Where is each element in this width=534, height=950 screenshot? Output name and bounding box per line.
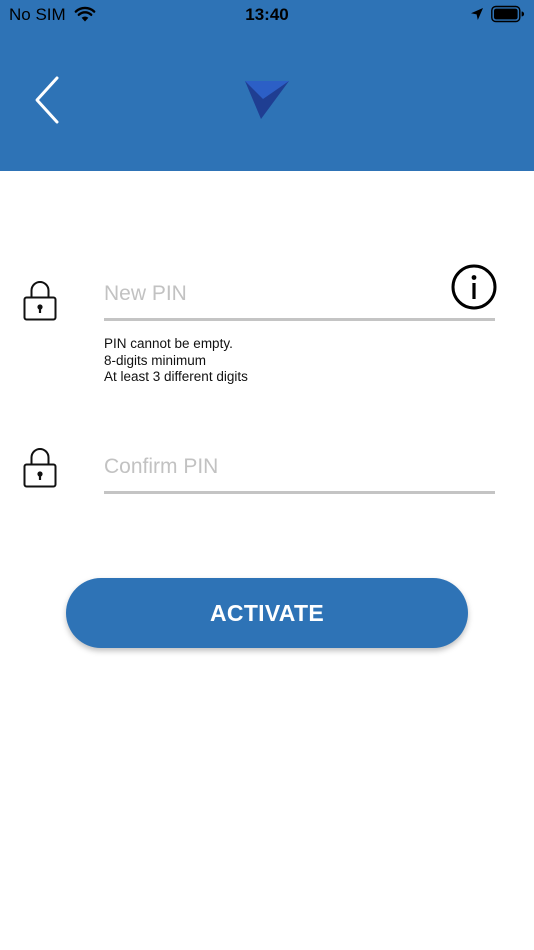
battery-icon <box>491 5 525 23</box>
back-button[interactable] <box>28 74 68 126</box>
info-icon <box>451 264 497 310</box>
new-pin-field[interactable] <box>104 264 497 321</box>
lock-icon <box>23 448 57 488</box>
confirm-pin-field[interactable] <box>104 447 495 494</box>
location-arrow-icon <box>471 8 483 20</box>
app-header: No SIM 13:40 <box>0 0 534 171</box>
back-chevron-icon <box>35 76 59 124</box>
confirm-pin-input[interactable] <box>104 447 434 487</box>
pin-hint-line: 8-digits minimum <box>104 352 207 368</box>
pin-hint-line: PIN cannot be empty. <box>104 336 233 351</box>
status-bar: No SIM 13:40 <box>0 0 534 30</box>
lock-icon <box>23 281 57 321</box>
status-time: 13:40 <box>245 5 289 24</box>
pin-requirements: PIN cannot be empty. 8-digits minimum At… <box>104 336 248 386</box>
info-button[interactable] <box>451 264 497 310</box>
app-logo-icon <box>245 81 289 119</box>
new-pin-input[interactable] <box>104 274 434 314</box>
pin-hint-line: At least 3 different digits <box>104 369 248 385</box>
activate-button[interactable]: ACTIVATE <box>66 578 468 648</box>
